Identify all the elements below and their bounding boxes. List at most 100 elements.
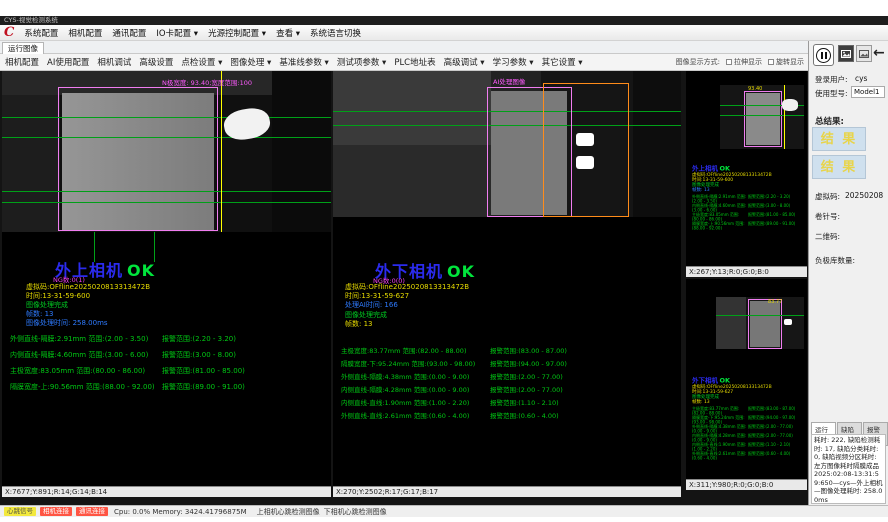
menu-item[interactable]: 系统语言切换 [310,27,361,39]
result-row: 外侧直线-隔膜:2.91mm 范围:(2.00 - 3.50) 报警范围:(2.… [10,334,325,350]
run-log-text: 耗时: 222, 缺陷检测耗时: 17, 缺陷分类耗时: 0, 缺陷视频分区耗时… [811,434,886,504]
display-mode-group: 图像显示方式: 拉伸显示 旋转显示 [676,57,808,67]
result-alarm-range: 报警范围:(1.10 - 2.10) [490,397,675,410]
toolbar-item[interactable]: 相机调试 [97,56,131,68]
menu-item[interactable]: 光源控制配置 ▾ [208,27,266,39]
machine-left [2,95,60,232]
result-row: 外侧直线-隔膜:2.91mm 范围:(2.00 - 3.50) 报警范围:(2.… [692,195,807,204]
result-alarm-range: 报警范围:(2.20 - 3.20) [162,334,325,350]
result-row: 内侧直线-隔膜:4.60mm 范围:(3.00 - 6.00) 报警范围:(3.… [10,350,325,366]
back-arrow-button[interactable]: ← [873,44,885,62]
camera-view-lower-outer[interactable]: AI处理图像 外下相机OK NG数:0(0) 虚拟码:OFfline202502… [333,71,681,497]
camera-view-upper-outer[interactable]: N极宽度: 93.40;宽度范围:100 外上相机OK NG数:0(1) 虚拟码… [2,71,331,497]
result-row: 主极宽度:83.05mm 范围:(80.00 - 86.00) 报警范围:(81… [692,213,807,222]
sidebar: ← 登录用户: cys 使用型号: Model1 总结果: 结 果 结 果 虚拟… [808,41,888,505]
camera-connect-badge: 相机连接 [40,507,72,516]
toolbar-items: 相机配置 AI使用配置相机调试高级设置点检设置 ▾ 图像处理 ▾ 基准线参数 ▾ 测试项… [5,56,583,68]
camera2-image[interactable]: AI处理图像 [333,71,681,217]
thumbnail-layout-button[interactable] [856,45,872,62]
camera2-ok-badge: OK [447,262,475,281]
model-label: 使用型号: [815,88,848,99]
toolbar-item[interactable]: 高级调试 ▾ [444,56,485,68]
camera1-ok-badge: OK [127,261,155,280]
camera1-results: 外侧直线-隔膜:2.91mm 范围:(2.00 - 3.50) 报警范围:(2.… [10,334,325,398]
result-status-box-2: 结 果 [812,155,866,179]
display-option-rotate[interactable]: 旋转显示 [768,57,804,67]
measure-line-green [2,191,331,192]
camera1-image-label: N极宽度: 93.40;宽度范围:100 [162,77,252,87]
result-measure: 外侧直线-直线:2.61mm 范围:(0.60 - 4.00) [341,410,490,423]
thumb2-overlay: 外下相机OK 虚拟码:OFfline2025020813313472B 时间:1… [692,375,807,461]
toolbar-item[interactable]: 图像处理 ▾ [230,56,271,68]
title-bar: CYS-视觉检测系统 [0,16,888,25]
user-label: 登录用户: [815,74,848,85]
measure-line-green [2,117,331,118]
result-row: 隔膜宽度-上:90.56mm 范围:(88.00 - 92.00) 报警范围:(… [692,222,807,231]
menu-item[interactable]: 相机配置 [68,27,102,39]
result-row: 内侧直线-隔膜:4.28mm 范围:(0.00 - 9.00) 报警范围:(2.… [341,384,675,397]
result-alarm-range: 报警范围:(83.00 - 87.00) [490,345,675,358]
main-area: N极宽度: 93.40;宽度范围:100 外上相机OK NG数:0(1) 虚拟码… [0,71,808,505]
result-alarm-range: 报警范围:(2.00 - 77.00) [490,371,675,384]
result-row: 主极宽度:83.77mm 范围:(82.00 - 88.00) 报警范围:(83… [692,407,807,416]
toolbar-item[interactable]: 学习参数 ▾ [493,56,534,68]
toolbar-item[interactable]: 相机配置 [5,56,39,68]
pin-number-label: 卷针号: [815,211,840,222]
toolbar-item[interactable]: 其它设置 ▾ [542,56,583,68]
checkbox-icon[interactable] [726,59,732,65]
result-row: 外侧直线-直线:2.61mm 范围:(0.60 - 4.00) 报警范围:(0.… [341,410,675,423]
menu-item[interactable]: 查看 ▾ [276,27,300,39]
camera1-image[interactable]: N极宽度: 93.40;宽度范围:100 [2,71,331,232]
roi-rect-pink [58,87,218,231]
thumb1-image[interactable]: 93.40 [720,85,804,149]
thumb-view-lower[interactable]: 83.77 外下相机OK 虚拟码:OFfline2025020813313472… [686,279,807,490]
machine-left-lower [333,145,491,217]
thumb2-title: 外下相机 [692,377,718,385]
result-alarm-range: 报警范围:(81.00 - 85.00) [162,366,325,382]
result-row: 主极宽度:83.05mm 范围:(80.00 - 86.00) 报警范围:(81… [10,366,325,382]
toolbar-item[interactable]: AI使用配置 [47,56,89,68]
menu-items: 系统配置相机配置通讯配置 IO卡配置 ▾ 光源控制配置 ▾ 查看 ▾ 系统语言切换 [24,27,361,39]
result-row: 外侧直线-隔膜:4.38mm 范围:(0.00 - 9.00) 报警范围:(2.… [692,425,807,434]
menu-item[interactable]: 系统配置 [24,27,58,39]
anode-count-label: 负极库数量: [815,255,855,266]
result-row: 内侧直线-直线:1.90mm 范围:(1.00 - 2.20) 报警范围:(1.… [341,397,675,410]
toolbar-item[interactable]: 基准线参数 ▾ [279,56,328,68]
display-mode-label: 图像显示方式: [676,57,720,67]
image-icon [841,50,851,58]
roi-rect-orange [543,83,629,217]
upper-camera-heartbeat-text: 上相机心跳检测图像 [257,507,320,517]
toolbar-item[interactable]: 高级设置 [139,56,173,68]
result-measure: 主极宽度:83.77mm 范围:(82.00 - 88.00) [341,345,490,358]
checkbox-icon[interactable] [768,59,774,65]
roi-rect-pink [748,299,782,349]
model-value-box[interactable]: Model1 [851,86,885,98]
result-row: 主极宽度:83.77mm 范围:(82.00 - 88.00) 报警范围:(83… [341,345,675,358]
thumb1-mini-label: 93.40 [748,86,762,92]
edge-line-yellow [784,85,785,149]
camera1-proc-time: 图像处理时间: 258.00ms [26,318,108,328]
edge-line-yellow [221,71,222,232]
toolbar-item[interactable]: 点检设置 ▾ [181,56,222,68]
toolbar-item[interactable]: 测试项参数 ▾ [337,56,386,68]
cpu-memory-text: Cpu: 0.0% Memory: 3424.41796875M [114,508,247,516]
menu-item[interactable]: IO卡配置 ▾ [156,27,198,39]
camera2-frames: 帧数: 13 [345,319,373,329]
pause-button[interactable] [813,44,834,66]
menu-item[interactable]: 通讯配置 [112,27,146,39]
thumb1-coord-bar: X:267;Y:13;R:0;G:0;B:0 [686,266,807,277]
image-icon [859,50,869,58]
virtual-code-value: 20250208 [845,191,883,200]
display-option-stretch[interactable]: 拉伸显示 [726,57,762,67]
thumb-view-upper[interactable]: 93.40 外上相机OK 虚拟码:OFfline2025020813313472… [686,71,807,277]
result-measure: 内侧直线-直线:1.90mm 范围:(1.00 - 2.20) [341,397,490,410]
thumb2-image[interactable]: 83.77 [716,297,804,349]
result-alarm-range: 报警范围:(94.00 - 97.00) [490,358,675,371]
image-display-button[interactable] [838,45,854,62]
film-roll-blob [782,99,798,111]
tab-run-image[interactable]: 运行图像 [2,42,44,54]
toolbar-item[interactable]: PLC地址表 [394,56,435,68]
result-alarm-range: 报警范围:(0.60 - 4.00) [490,410,675,423]
camera2-image-label: AI处理图像 [493,76,525,86]
result-measure: 内侧直线-隔膜:4.60mm 范围:(3.00 - 6.00) [10,350,162,366]
